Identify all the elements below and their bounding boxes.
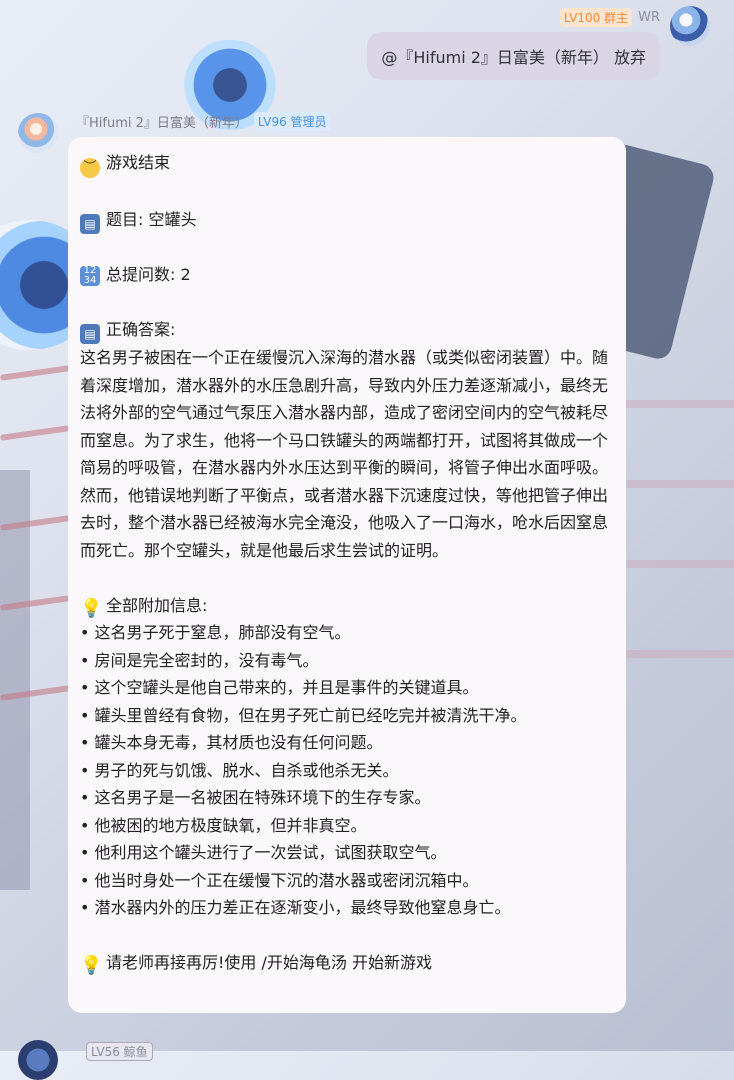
input-numbers-icon: 12 34	[80, 266, 100, 286]
answer-body-text: 这名男子被困在一个正在缓慢沉入深海的潜水器（或类似密闭装置）中。随着深度增加，潜…	[80, 348, 609, 560]
open-book-icon: ▤	[80, 213, 100, 234]
answer-header-text: 正确答案:	[106, 320, 176, 339]
user-name[interactable]: WR	[638, 10, 660, 25]
count-line: 12 34 总提问数: 2	[80, 261, 614, 289]
user-avatar[interactable]	[670, 6, 710, 46]
light-bulb-icon: 💡	[80, 955, 103, 976]
list-item: • 这名男子是一名被困在特殊环境下的生存专家。	[80, 788, 431, 807]
user-level-badge: LV100 群主	[559, 8, 633, 27]
bot-message-bubble[interactable]: ︶ 游戏结束 ▤ 题目: 空罐头 12 34 总提问数: 2 ▤ 正确答案: 这名男子被困…	[68, 137, 626, 1013]
background-art-shape	[0, 470, 30, 890]
list-item: • 潜水器内外的压力差正在逐渐变小，最终导致他窒息身亡。	[80, 898, 511, 917]
list-item: • 房间是完全密封的，没有毒气。	[80, 650, 319, 670]
list-item: • 他利用这个罐头进行了一次尝试，试图获取空气。	[80, 843, 447, 862]
topic-text: 题目: 空罐头	[106, 209, 197, 229]
bot-name[interactable]: 『Hifumi 2』日富美（新年）	[76, 112, 248, 131]
footer-line: 💡 请老师再接再厉!使用 /开始海龟汤 开始新游戏	[80, 949, 614, 977]
list-item: • 罐头里曾经有食物，但在男子死亡前已经吃完并被清洗干净。	[80, 705, 527, 725]
bot-meta: 『Hifumi 2』日富美（新年） LV96 管理员	[76, 112, 331, 131]
extra-items-list: • 这名男子死于窒息，肺部没有空气。 • 房间是完全密封的，没有毒气。 • 这个…	[80, 619, 614, 922]
game-over-text: 游戏结束	[106, 153, 171, 172]
bot-level-badge: LV96 管理员	[253, 112, 331, 131]
user-meta: LV100 群主 WR	[559, 8, 660, 27]
background-art-line	[0, 425, 71, 441]
background-art-line	[0, 365, 71, 381]
count-text: 总提问数: 2	[106, 265, 191, 284]
extra-header-text: 全部附加信息:	[106, 595, 208, 615]
light-bulb-icon: 💡	[80, 597, 103, 619]
list-item: • 他被困的地方极度缺氧，但并非真空。	[80, 815, 367, 835]
list-item: • 这个空罐头是他自己带来的，并且是事件的关键道具。	[80, 678, 479, 697]
user-message-bubble[interactable]: @『Hifumi 2』日富美（新年） 放弃	[367, 32, 660, 80]
footer-text: 请老师再接再厉!使用 /开始海龟汤 开始新游戏	[106, 953, 432, 972]
list-item: • 罐头本身无毒，其材质也没有任何问题。	[80, 733, 383, 752]
answer-header-line: ▤ 正确答案:	[80, 316, 614, 344]
list-item: • 男子的死与饥饿、脱水、自杀或他杀无关。	[80, 760, 399, 780]
list-item: • 这名男子死于窒息，肺部没有空气。	[80, 623, 351, 642]
open-book-icon: ▤	[80, 324, 100, 344]
pensive-face-icon: ︶	[80, 158, 100, 178]
list-item: • 他当时身处一个正在缓慢下沉的潜水器或密闭沉箱中。	[80, 870, 479, 890]
user-message-text: @『Hifumi 2』日富美（新年） 放弃	[381, 48, 646, 67]
topic-line: ▤ 题目: 空罐头	[80, 206, 614, 234]
next-message-avatar[interactable]	[18, 1040, 58, 1080]
bot-avatar[interactable]	[18, 113, 58, 153]
next-message-level-badge: LV56 鲸鱼	[86, 1042, 153, 1061]
game-over-line: ︶ 游戏结束	[80, 149, 614, 178]
extra-header-line: 💡 全部附加信息:	[80, 592, 614, 620]
